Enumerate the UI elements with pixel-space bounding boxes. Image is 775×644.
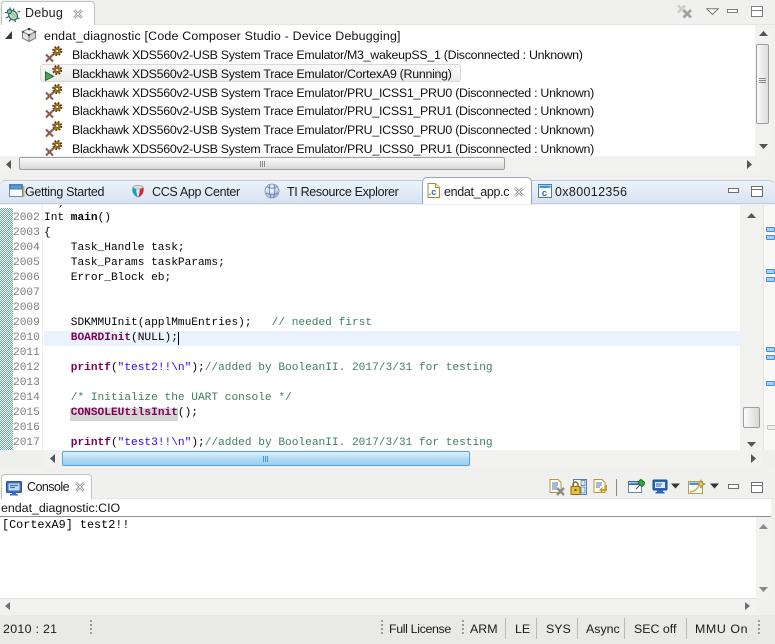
svg-text:c: c — [542, 188, 547, 198]
svg-text:.c: .c — [429, 187, 437, 197]
